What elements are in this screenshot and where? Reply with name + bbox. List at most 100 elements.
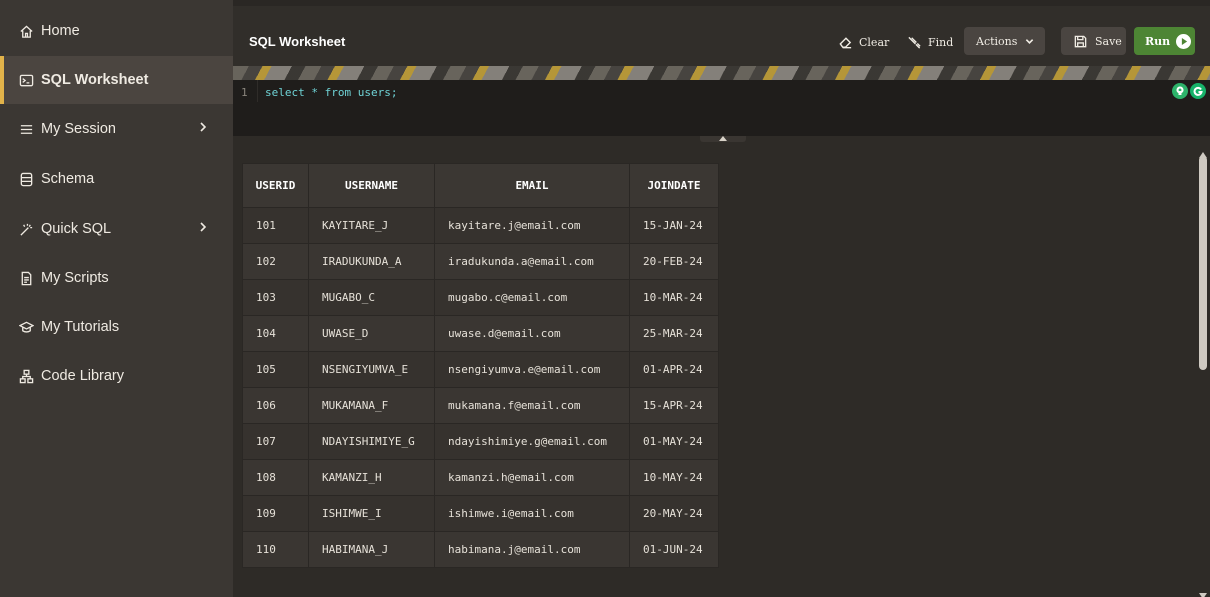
clear-label: Clear (859, 35, 890, 49)
table-cell: kamanzi.h@email.com (434, 459, 630, 496)
sql-editor[interactable]: 1 select * from users; (233, 80, 1210, 136)
table-row[interactable]: 105 NSENGIYUMVA_E nsengiyumva.e@email.com 0… (242, 351, 719, 388)
find-label: Find (928, 35, 954, 49)
clear-button[interactable]: Clear (838, 32, 889, 52)
column-header[interactable]: USERNAME (308, 163, 435, 208)
page-title: SQL Worksheet (249, 34, 346, 49)
table-cell: MUGABO_C (308, 279, 435, 316)
table-cell: NDAYISHIMIYE_G (308, 423, 435, 460)
table-cell: 108 (242, 459, 309, 496)
table-cell: KAMANZI_H (308, 459, 435, 496)
column-header[interactable]: JOINDATE (629, 163, 719, 208)
table-row[interactable]: 106 MUKAMANA_F mukamana.f@email.com 15-APR-… (242, 387, 719, 424)
table-cell: ISHIMWE_I (308, 495, 435, 532)
table-cell: kayitare.j@email.com (434, 207, 630, 244)
table-cell: 110 (242, 531, 309, 568)
sidebar-item-home[interactable]: Home (0, 7, 233, 55)
grammar-widgets (1170, 83, 1206, 99)
sidebar-item-label: SQL Worksheet (41, 72, 149, 88)
chevron-right-icon (197, 121, 211, 135)
table-cell: habimana.j@email.com (434, 531, 630, 568)
table-cell: 107 (242, 423, 309, 460)
save-icon (1074, 35, 1087, 47)
table-cell: 106 (242, 387, 309, 424)
sidebar-item-label: Home (41, 23, 80, 39)
table-cell: ishimwe.i@email.com (434, 495, 630, 532)
table-cell: 20-FEB-24 (629, 243, 719, 280)
sidebar-item-my-tutorials[interactable]: My Tutorials (0, 303, 233, 351)
results-scrollbar[interactable] (1196, 142, 1210, 597)
query-results: USERID USERNAME EMAIL JOINDATE 101 KAYITA… (233, 142, 1193, 597)
lightbulb-icon[interactable] (1172, 83, 1188, 99)
table-row[interactable]: 101 KAYITARE_J kayitare.j@email.com 15-JAN-… (242, 207, 719, 244)
sidebar-item-label: Schema (41, 171, 95, 187)
grammarly-icon[interactable] (1190, 83, 1206, 99)
table-cell: IRADUKUNDA_A (308, 243, 435, 280)
table-cell: 25-MAR-24 (629, 315, 719, 352)
sidebar-item-label: My Tutorials (41, 319, 120, 335)
eraser-icon (839, 36, 852, 48)
terminal-icon (18, 72, 34, 88)
table-cell: 105 (242, 351, 309, 388)
column-header[interactable]: USERID (242, 163, 309, 208)
document-icon (18, 270, 34, 286)
save-button[interactable]: Save (1061, 27, 1126, 55)
scroll-up-icon[interactable] (1199, 145, 1207, 158)
sidebar-item-quick-sql[interactable]: Quick SQL (0, 205, 233, 253)
chevron-down-icon (1026, 38, 1034, 44)
table-cell: 20-MAY-24 (629, 495, 719, 532)
sidebar-item-label: Quick SQL (41, 221, 112, 237)
table-cell: NSENGIYUMVA_E (308, 351, 435, 388)
sidebar-item-label: My Session (41, 121, 116, 137)
table-cell: 10-MAR-24 (629, 279, 719, 316)
table-row[interactable]: 110 HABIMANA_J habimana.j@email.com 01-JUN-… (242, 531, 719, 568)
table-cell: 15-APR-24 (629, 387, 719, 424)
sidebar-item-code-library[interactable]: Code Library (0, 352, 233, 400)
table-row[interactable]: 109 ISHIMWE_I ishimwe.i@email.com 20-MAY-24 (242, 495, 719, 532)
worksheet-header: SQL Worksheet Clear Find Actions Save Ru… (233, 0, 1210, 66)
save-label: Save (1095, 34, 1122, 48)
scroll-down-icon[interactable] (1199, 586, 1207, 597)
table-cell: MUKAMANA_F (308, 387, 435, 424)
table-cell: 01-JUN-24 (629, 531, 719, 568)
table-row[interactable]: 102 IRADUKUNDA_A iradukunda.a@email.com 20-… (242, 243, 719, 280)
database-icon (18, 171, 34, 187)
find-icon (908, 36, 921, 49)
table-row[interactable]: 103 MUGABO_C mugabo.c@email.com 10-MAR-24 (242, 279, 719, 316)
results-table: USERID USERNAME EMAIL JOINDATE 101 KAYITA… (242, 163, 719, 568)
decorative-banner (233, 66, 1210, 80)
sidebar-item-my-scripts[interactable]: My Scripts (0, 254, 233, 302)
table-row[interactable]: 104 UWASE_D uwase.d@email.com 25-MAR-24 (242, 315, 719, 352)
table-cell: uwase.d@email.com (434, 315, 630, 352)
sidebar-item-my-session[interactable]: My Session (0, 105, 233, 153)
menu-lines-icon (18, 121, 34, 137)
table-row[interactable]: 107 NDAYISHIMIYE_G ndayishimiye.g@email.co… (242, 423, 719, 460)
table-cell: nsengiyumva.e@email.com (434, 351, 630, 388)
table-cell: 104 (242, 315, 309, 352)
table-cell: 01-APR-24 (629, 351, 719, 388)
find-button[interactable]: Find (907, 32, 953, 52)
table-cell: UWASE_D (308, 315, 435, 352)
sidebar-item-label: My Scripts (41, 270, 109, 286)
graduation-cap-icon (18, 319, 34, 335)
table-cell: mugabo.c@email.com (434, 279, 630, 316)
chevron-right-icon (197, 221, 211, 235)
table-cell: ndayishimiye.g@email.com (434, 423, 630, 460)
sidebar-item-sql-worksheet[interactable]: SQL Worksheet (0, 56, 233, 104)
caret-up-icon (719, 136, 727, 141)
table-cell: 102 (242, 243, 309, 280)
table-header-row: USERID USERNAME EMAIL JOINDATE (242, 163, 719, 208)
table-cell: KAYITARE_J (308, 207, 435, 244)
gutter-divider (257, 80, 258, 102)
actions-menu-button[interactable]: Actions (964, 27, 1045, 55)
sidebar-item-schema[interactable]: Schema (0, 155, 233, 203)
magic-wand-icon (18, 221, 34, 237)
table-row[interactable]: 108 KAMANZI_H kamanzi.h@email.com 10-MAY-24 (242, 459, 719, 496)
run-button[interactable]: Run (1134, 27, 1195, 55)
actions-label: Actions (976, 34, 1018, 48)
scrollbar-thumb[interactable] (1199, 156, 1207, 370)
table-cell: mukamana.f@email.com (434, 387, 630, 424)
sql-code[interactable]: select * from users; (265, 86, 397, 99)
column-header[interactable]: EMAIL (434, 163, 630, 208)
table-cell: 103 (242, 279, 309, 316)
